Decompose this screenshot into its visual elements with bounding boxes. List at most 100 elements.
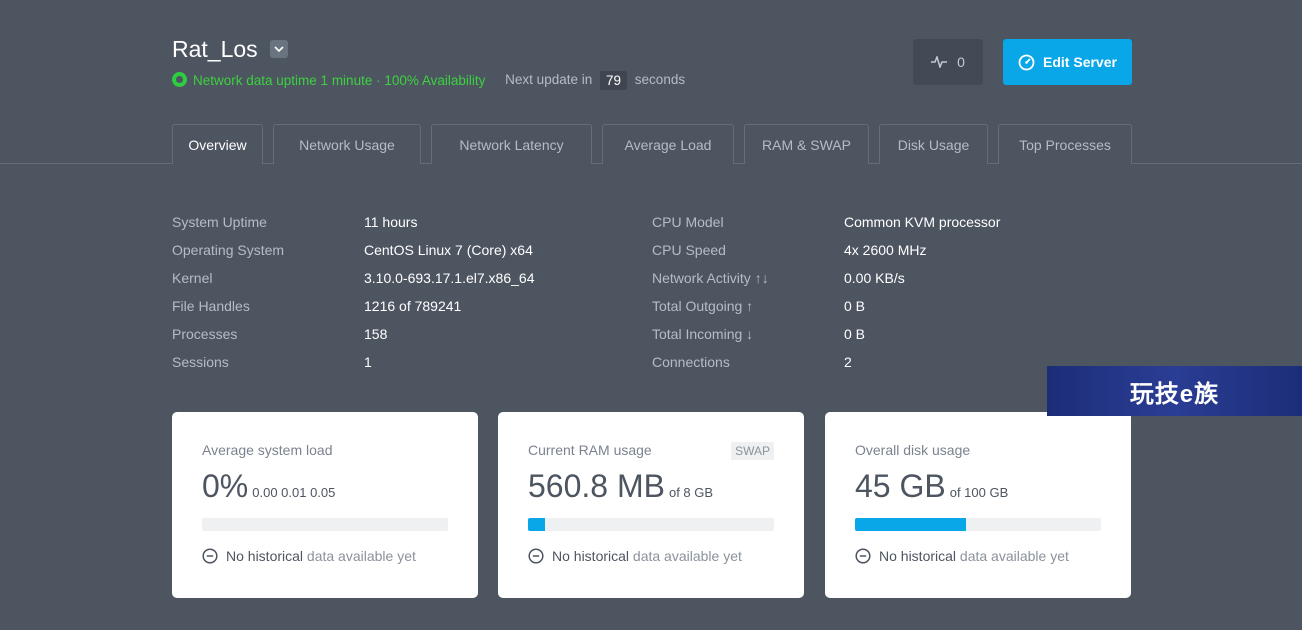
progress-fill (855, 518, 966, 531)
info-value: 1 (364, 354, 372, 370)
card-title: Overall disk usage (855, 442, 971, 458)
info-row: CPU Speed 4x 2600 MHz (652, 236, 1000, 264)
load-progress-bar (202, 518, 448, 531)
pulse-icon (931, 56, 948, 68)
info-value: 158 (364, 326, 388, 342)
info-row: Connections 2 (652, 348, 1000, 376)
info-row: System Uptime 11 hours (172, 208, 534, 236)
server-dropdown-button[interactable] (270, 39, 289, 58)
update-countdown: 79 (600, 71, 628, 90)
next-update-suffix: seconds (634, 72, 686, 88)
ram-total: of 8 GB (668, 485, 714, 500)
no-history-text: No historical (552, 548, 630, 564)
disk-card: Overall disk usage 45 GB of 100 GB No his… (825, 412, 1131, 598)
info-value: 1216 of 789241 (364, 298, 462, 314)
info-label: Connections (652, 354, 730, 370)
server-name: Rat_Los (172, 36, 258, 62)
info-value: CentOS Linux 7 (Core) x64 (364, 242, 533, 258)
info-value: 2 (844, 354, 852, 370)
info-row: File Handles 1216 of 789241 (172, 292, 534, 320)
info-value: 4x 2600 MHz (844, 242, 927, 258)
no-history-subtext: data available yet (632, 548, 742, 564)
gauge-icon (1018, 54, 1035, 70)
swap-toggle[interactable]: SWAP (731, 442, 774, 460)
tab-label: Network Usage (299, 136, 395, 153)
no-history-subtext: data available yet (306, 548, 416, 564)
tab-overview[interactable]: Overview (172, 124, 263, 164)
system-info-left: System Uptime 11 hours Operating System Ce… (172, 208, 534, 376)
uptime-status: Network data uptime 1 minute · 100% Avai… (193, 73, 486, 88)
system-info-right: CPU Model Common KVM processor CPU Speed 4… (652, 208, 1000, 376)
tab-disk-usage[interactable]: Disk Usage (879, 124, 988, 164)
no-history-text: No historical (879, 548, 957, 564)
card-main: 45 GB of 100 GB (855, 468, 1008, 505)
tab-label: Overview (188, 136, 247, 153)
tab-network-latency[interactable]: Network Latency (431, 124, 592, 164)
info-label: Network Activity ↑↓ (652, 270, 769, 286)
card-title: Average system load (202, 442, 333, 458)
tab-top-processes[interactable]: Top Processes (998, 124, 1132, 164)
no-history-text: No historical (226, 548, 304, 564)
info-label: Kernel (172, 270, 213, 286)
info-label: Processes (172, 326, 238, 342)
info-row: Operating System CentOS Linux 7 (Core) x6… (172, 236, 534, 264)
next-update: Next update in 79 seconds (505, 71, 686, 90)
activity-button[interactable]: 0 (913, 39, 983, 85)
info-row: Processes 158 (172, 320, 534, 348)
info-label: File Handles (172, 298, 250, 314)
card-title: Current RAM usage (528, 442, 652, 458)
disk-total: of 100 GB (949, 485, 1009, 500)
disk-used: 45 GB (855, 468, 946, 504)
info-value: 11 hours (364, 214, 418, 230)
progress-fill (528, 518, 546, 531)
info-value: 0 B (844, 326, 866, 342)
tab-label: Disk Usage (897, 136, 970, 153)
info-label: CPU Model (652, 214, 724, 230)
info-label: Total Incoming ↓ (652, 326, 754, 342)
info-row: Network Activity ↑↓ 0.00 KB/s (652, 264, 1000, 292)
load-percent: 0% (202, 468, 249, 504)
load-averages: 0.00 0.01 0.05 (252, 485, 336, 500)
tab-label: Network Latency (459, 136, 564, 153)
next-update-prefix: Next update in (505, 72, 593, 88)
info-row: Total Outgoing ↑ 0 B (652, 292, 1000, 320)
ram-used: 560.8 MB (528, 468, 665, 504)
no-history-notice: No historical data available yet (202, 548, 416, 564)
tab-label: RAM & SWAP (762, 136, 851, 153)
info-value: 0 B (844, 298, 866, 314)
tab-label: Top Processes (1019, 136, 1111, 153)
ram-progress-bar (528, 518, 774, 531)
server-header: Rat_Los (172, 36, 289, 63)
info-value: 3.10.0-693.17.1.el7.x86_64 (364, 270, 535, 286)
watermark-banner: 玩技e族 (1047, 366, 1302, 416)
info-label: Operating System (172, 242, 285, 258)
info-row: CPU Model Common KVM processor (652, 208, 1000, 236)
disk-progress-bar (855, 518, 1101, 531)
tab-label: Average Load (624, 136, 712, 153)
info-row: Kernel 3.10.0-693.17.1.el7.x86_64 (172, 264, 534, 292)
tab-average-load[interactable]: Average Load (602, 124, 734, 164)
info-value: 0.00 KB/s (844, 270, 905, 286)
tab-ram-swap[interactable]: RAM & SWAP (744, 124, 869, 164)
card-main: 0% 0.00 0.01 0.05 (202, 468, 335, 505)
status-online-icon (172, 72, 187, 87)
minus-circle-icon (202, 548, 218, 564)
activity-count: 0 (957, 54, 965, 70)
minus-circle-icon (528, 548, 544, 564)
edit-server-label: Edit Server (1043, 54, 1117, 70)
no-history-subtext: data available yet (959, 548, 1069, 564)
info-label: Sessions (172, 354, 229, 370)
info-label: System Uptime (172, 214, 267, 230)
info-value: Common KVM processor (844, 214, 1001, 230)
info-row: Sessions 1 (172, 348, 534, 376)
ram-card: Current RAM usage SWAP 560.8 MB of 8 GB N… (498, 412, 804, 598)
status-line: Network data uptime 1 minute · 100% Avai… (172, 71, 685, 90)
edit-server-button[interactable]: Edit Server (1003, 39, 1132, 85)
tab-network-usage[interactable]: Network Usage (273, 124, 421, 164)
chevron-down-icon (274, 45, 284, 52)
no-history-notice: No historical data available yet (528, 548, 742, 564)
info-label: Total Outgoing ↑ (652, 298, 754, 314)
info-row: Total Incoming ↓ 0 B (652, 320, 1000, 348)
load-card: Average system load 0% 0.00 0.01 0.05 No … (172, 412, 478, 598)
card-main: 560.8 MB of 8 GB (528, 468, 713, 505)
